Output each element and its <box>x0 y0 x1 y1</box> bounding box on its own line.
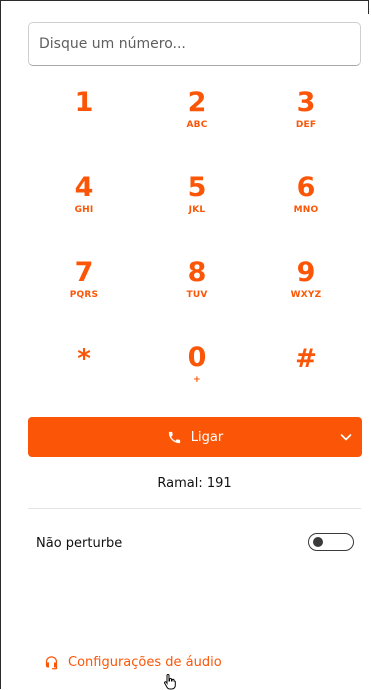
key-letters: TUV <box>186 290 208 300</box>
key-9[interactable]: 9 WXYZ <box>276 258 336 318</box>
key-hash[interactable]: # <box>276 343 336 403</box>
key-digit: 4 <box>74 172 94 203</box>
key-digit: # <box>295 344 317 374</box>
key-1[interactable]: 1 <box>54 88 114 148</box>
do-not-disturb-label: Não perturbe <box>36 536 123 551</box>
key-3[interactable]: 3 DEF <box>276 88 336 148</box>
key-letters: + <box>193 375 201 385</box>
key-letters: DEF <box>295 120 317 130</box>
key-digit: 9 <box>296 257 316 288</box>
chevron-down-icon[interactable] <box>340 431 352 443</box>
key-letters: ABC <box>186 120 208 130</box>
phone-number-input[interactable] <box>28 22 361 66</box>
key-letters: JKL <box>188 205 206 215</box>
key-digit: 8 <box>187 257 207 288</box>
key-digit: 0 <box>187 342 207 373</box>
key-letters: MNO <box>293 205 319 215</box>
key-letters: WXYZ <box>290 290 322 300</box>
headset-icon <box>45 656 58 670</box>
do-not-disturb-toggle[interactable] <box>308 533 354 551</box>
key-digit: 5 <box>187 172 207 203</box>
key-2[interactable]: 2 ABC <box>167 88 227 148</box>
key-4[interactable]: 4 GHI <box>54 173 114 233</box>
audio-settings-label: Configurações de áudio <box>68 655 222 670</box>
key-letters: PQRS <box>69 290 99 300</box>
call-button-label: Ligar <box>190 429 224 445</box>
key-letters: GHI <box>74 205 94 215</box>
key-digit: 3 <box>296 87 316 118</box>
hand-cursor-icon <box>164 674 176 690</box>
phone-icon <box>168 431 180 443</box>
key-0[interactable]: 0 + <box>167 343 227 403</box>
dialer-panel: 1 2 ABC 3 DEF 4 GHI 5 JKL 6 MNO 7 PQRS 8 <box>20 14 369 689</box>
key-digit: * <box>77 344 91 374</box>
key-5[interactable]: 5 JKL <box>167 173 227 233</box>
key-8[interactable]: 8 TUV <box>167 258 227 318</box>
extension-label: Ramal: 191 <box>157 476 232 491</box>
audio-settings-link[interactable]: Configurações de áudio <box>44 655 222 670</box>
key-7[interactable]: 7 PQRS <box>54 258 114 318</box>
key-digit: 7 <box>74 257 94 288</box>
key-digit: 6 <box>296 172 316 203</box>
key-digit: 1 <box>74 87 94 118</box>
divider <box>28 508 361 509</box>
toggle-knob <box>313 537 323 547</box>
call-button[interactable]: Ligar <box>28 417 362 457</box>
key-6[interactable]: 6 MNO <box>276 173 336 233</box>
key-digit: 2 <box>187 87 207 118</box>
key-star[interactable]: * <box>54 343 114 403</box>
